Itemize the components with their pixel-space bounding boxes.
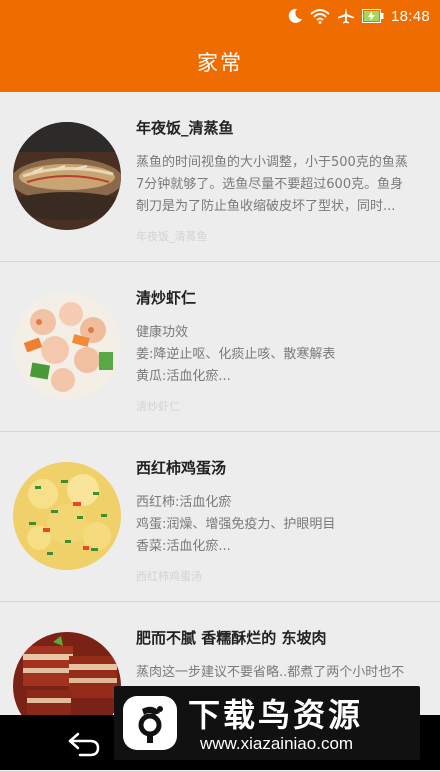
moon-icon xyxy=(288,8,302,23)
battery-charging-icon xyxy=(361,9,384,23)
recipe-description-line: 7分钟就够了。选鱼尽量不要超过600克。鱼身 xyxy=(136,177,404,192)
recipe-description: 蒸鱼的时间视鱼的大小调整，小于500克的鱼蒸 7分钟就够了。选鱼尽量不要超过60… xyxy=(136,152,416,218)
recipe-description: 健康功效 姜:降逆止呕、化痰止咳、散寒解表 黄瓜:活血化瘀... xyxy=(136,322,416,388)
recipe-title: 清炒虾仁 xyxy=(136,289,197,307)
recipe-tag: 清炒虾仁 xyxy=(136,400,180,413)
watermark-title: 下载鸟资源 xyxy=(188,696,364,734)
recipe-tag: 年夜饭_清蒸鱼 xyxy=(136,230,208,243)
watermark-banner: 下载鸟资源 www.xiazainiao.com xyxy=(114,686,420,760)
back-icon[interactable] xyxy=(66,727,102,759)
recipe-description: 蒸肉这一步建议不要省略..都煮了两个小时也不 xyxy=(136,662,416,684)
recipe-description-line: 蒸鱼的时间视鱼的大小调整，小于500克的鱼蒸 xyxy=(136,155,408,170)
recipe-title: 年夜饭_清蒸鱼 xyxy=(136,119,234,137)
status-bar: 18:48 xyxy=(0,0,440,32)
recipe-item[interactable]: 清炒虾仁 健康功效 姜:降逆止呕、化痰止咳、散寒解表 黄瓜:活血化瘀... 清炒… xyxy=(0,262,440,432)
status-time: 18:48 xyxy=(390,7,430,25)
recipe-description-line: 黄瓜:活血化瘀... xyxy=(136,369,231,384)
recipe-description-line: 西红柿:活血化瘀 xyxy=(136,495,232,510)
recipe-description-line: 姜:降逆止呕、化痰止咳、散寒解表 xyxy=(136,347,336,362)
wifi-icon xyxy=(310,9,330,24)
recipe-description-line: 健康功效 xyxy=(136,325,189,340)
watermark-logo-icon xyxy=(123,696,177,750)
recipe-item[interactable]: 西红柿鸡蛋汤 西红柿:活血化瘀 鸡蛋:润燥、增强免疫力、护眼明目 香菜:活血化瘀… xyxy=(0,432,440,602)
page-title: 家常 xyxy=(197,51,243,75)
recipe-description-line: 蒸肉这一步建议不要省略..都煮了两个小时也不 xyxy=(136,665,405,680)
recipe-list: 年夜饭_清蒸鱼 蒸鱼的时间视鱼的大小调整，小于500克的鱼蒸 7分钟就够了。选鱼… xyxy=(0,92,440,772)
app-bar: 家常 xyxy=(0,32,440,92)
recipe-title: 肥而不腻 香糯酥烂的 东坡肉 xyxy=(136,629,327,647)
recipe-description: 西红柿:活血化瘀 鸡蛋:润燥、增强免疫力、护眼明目 香菜:活血化瘀... xyxy=(136,492,416,558)
recipe-thumbnail-shrimp xyxy=(13,292,121,400)
airplane-icon xyxy=(337,8,354,24)
recipe-description-line: 鸡蛋:润燥、增强免疫力、护眼明目 xyxy=(136,517,336,532)
recipe-thumbnail-tomato-egg-soup xyxy=(13,462,121,570)
recipe-thumbnail-steamed-fish xyxy=(13,122,121,230)
recipe-title: 西红柿鸡蛋汤 xyxy=(136,459,227,477)
recipe-description-line: 香菜:活血化瘀... xyxy=(136,539,231,554)
recipe-tag: 西红柿鸡蛋汤 xyxy=(136,570,202,583)
recipe-item[interactable]: 年夜饭_清蒸鱼 蒸鱼的时间视鱼的大小调整，小于500克的鱼蒸 7分钟就够了。选鱼… xyxy=(0,92,440,262)
watermark-url: www.xiazainiao.com xyxy=(200,734,354,753)
recipe-description-line: 剞刀是为了防止鱼收缩破皮坏了型状，同时... xyxy=(136,199,396,214)
status-icons: 18:48 xyxy=(287,6,430,26)
